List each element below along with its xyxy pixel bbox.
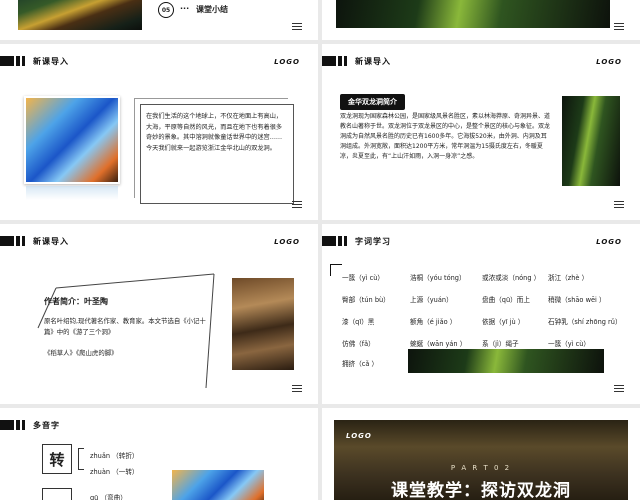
stalactite-photo bbox=[232, 278, 294, 370]
slide-header: 新课导入 bbox=[322, 54, 391, 68]
slide-cave-intro[interactable]: 新课导入 LOGO 金华双龙洞简介 双龙洞现为国家森林公园，是国家级风景名胜区，… bbox=[322, 44, 640, 220]
slide-intro[interactable]: 新课导入 LOGO 在我们生活的这个地球上，不仅在地面上有高山，大海，平原等自然… bbox=[0, 44, 318, 220]
cave-photo-blue bbox=[24, 96, 120, 184]
vocab-item: 盘曲（qū）而上 bbox=[482, 296, 530, 304]
part-logo: LOGO bbox=[346, 432, 372, 440]
vocab-item: 臀部（tún bù） bbox=[342, 296, 390, 304]
cave-intro-paragraph: 双龙洞现为国家森林公园，是国家级风景名胜区，素以林海莽原、奇洞异景、道教名山著称… bbox=[340, 113, 551, 160]
vocab-item: 一簇（yì cù） bbox=[548, 340, 591, 348]
cave-photo-green bbox=[562, 96, 620, 186]
menu-icon[interactable] bbox=[614, 385, 624, 394]
part-number: P A R T 0 2 bbox=[450, 464, 512, 472]
slide-vocab[interactable]: 字词学习 LOGO 一簇（yì cù） 浩桐（yóu tóng） 或浓或淡（nó… bbox=[322, 224, 640, 404]
slide-header-title: 新课导入 bbox=[355, 56, 391, 66]
slide-header: 新课导入 bbox=[0, 54, 69, 68]
vocab-item: 漆（qī）黑 bbox=[342, 318, 375, 326]
author-title: 作者简介：叶圣陶 bbox=[44, 297, 108, 306]
vocab-item: 上源（yuán） bbox=[410, 296, 453, 304]
menu-icon[interactable] bbox=[292, 201, 302, 210]
vocab-item: 稍微（shāo wēi ） bbox=[548, 296, 606, 304]
cave-photo bbox=[18, 0, 142, 30]
vocab-item: 浙江（zhè ） bbox=[548, 274, 589, 282]
vocab-item: 系（jì）绳子 bbox=[482, 340, 519, 348]
poly-reading: zhuǎn （转折） bbox=[90, 452, 139, 460]
slide-header-title: 字词学习 bbox=[355, 236, 391, 246]
logo: LOGO bbox=[596, 58, 622, 66]
slide-header-title: 多音字 bbox=[33, 420, 60, 430]
logo: LOGO bbox=[274, 238, 300, 246]
vocab-item: 拥挤（cǎ ） bbox=[342, 360, 379, 368]
vocab-item: 额角（é jiǎo ） bbox=[410, 318, 457, 326]
author-works: 《稻草人》《爬山虎的脚》 bbox=[44, 349, 118, 357]
slide-header-title: 新课导入 bbox=[33, 56, 69, 66]
section-number-circle: 05 bbox=[158, 2, 174, 18]
poly-char-box: 转 bbox=[42, 444, 72, 474]
logo: LOGO bbox=[596, 238, 622, 246]
menu-icon[interactable] bbox=[614, 201, 624, 210]
vocab-item: 一簇（yì cù） bbox=[342, 274, 385, 282]
slide-cave-banner[interactable] bbox=[322, 0, 640, 40]
vocab-item: 仿佛（fǎ） bbox=[342, 340, 375, 348]
vocab-item: 石钟乳（shí zhōng rǔ） bbox=[548, 318, 622, 326]
slide-header-title: 新课导入 bbox=[33, 236, 69, 246]
section-title: 课堂小结 bbox=[196, 5, 228, 14]
cave-photo-blue bbox=[172, 470, 264, 500]
vocab-item: 浩桐（yóu tóng） bbox=[410, 274, 466, 282]
slide-polyphone[interactable]: 多音字 转 zhuǎn （转折） zhuàn （一转） qū （弯曲） bbox=[0, 408, 318, 500]
slide-part-02[interactable]: LOGO P A R T 0 2 课堂教学：探访双龙洞 bbox=[322, 408, 640, 500]
poly-char: 转 bbox=[49, 450, 65, 469]
poly-brace bbox=[78, 448, 84, 470]
photo-reflection bbox=[26, 186, 118, 200]
cave-banner-photo bbox=[336, 0, 610, 28]
slide-header: 新课导入 bbox=[0, 234, 69, 248]
slide-summary-header[interactable]: 05 ··· 课堂小结 bbox=[0, 0, 318, 40]
slide-header: 字词学习 bbox=[322, 234, 391, 248]
section-number: 05 bbox=[161, 6, 171, 14]
slide-header: 多音字 bbox=[0, 418, 60, 432]
section-dots: ··· bbox=[180, 4, 190, 13]
menu-icon[interactable] bbox=[614, 23, 624, 32]
author-bio: 原名叶绍钧,现代著名作家、教育家。本文节选自《小记十篇》中的《游了三个洞》 bbox=[44, 317, 206, 336]
poly-char-box-2 bbox=[42, 488, 72, 500]
menu-icon[interactable] bbox=[292, 23, 302, 32]
vocab-item: 或浓或淡（nóng ） bbox=[482, 274, 541, 282]
vocab-item: 依据（yī jù ） bbox=[482, 318, 525, 326]
vocab-strip-photo bbox=[408, 349, 604, 373]
part-title: 课堂教学：探访双龙洞 bbox=[391, 481, 571, 500]
menu-icon[interactable] bbox=[292, 385, 302, 394]
slide-author[interactable]: 新课导入 LOGO 作者简介：叶圣陶 原名叶绍钧,现代著名作家、教育家。本文节选… bbox=[0, 224, 318, 404]
cave-intro-pill: 金华双龙洞简介 bbox=[340, 94, 405, 110]
vocab-item: 蜿蜒（wān yán ） bbox=[410, 340, 467, 348]
poly-reading: qū （弯曲） bbox=[90, 494, 127, 500]
vocab-corner-mark bbox=[330, 264, 342, 276]
logo: LOGO bbox=[274, 58, 300, 66]
intro-paragraph: 在我们生活的这个地球上，不仅在地面上有高山，大海，平原等自然的风光，而且在地下也… bbox=[146, 113, 283, 152]
poly-reading: zhuàn （一转） bbox=[90, 468, 139, 476]
